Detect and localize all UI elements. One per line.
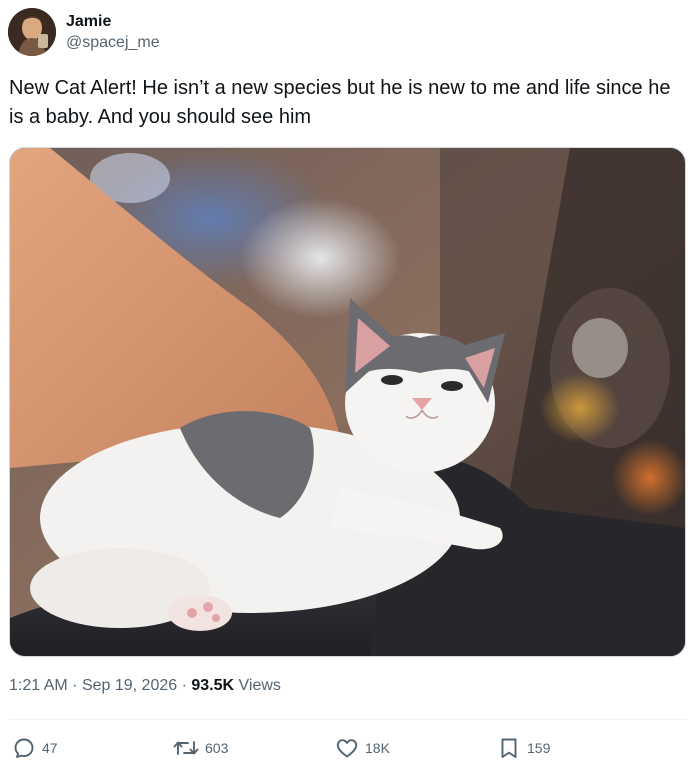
tweet-actions: 47 603 18K 159 — [0, 732, 693, 764]
meta-separator: · — [72, 677, 78, 694]
bookmark-count: 159 — [527, 740, 551, 756]
reply-button[interactable]: 47 — [12, 732, 58, 764]
reply-icon — [12, 736, 42, 760]
avatar[interactable] — [8, 8, 56, 56]
like-button[interactable]: 18K — [335, 732, 390, 764]
author-names: Jamie @spacej_me — [66, 12, 160, 52]
heart-icon — [335, 736, 365, 760]
tweet-time[interactable]: 1:21 AM — [9, 677, 68, 694]
repost-button[interactable]: 603 — [173, 732, 228, 764]
tweet-date[interactable]: Sep 19, 2026 — [82, 677, 177, 694]
tweet-meta: 1:21 AM · Sep 19, 2026 · 93.5K Views — [9, 677, 281, 695]
bookmark-button[interactable]: 159 — [497, 732, 550, 764]
views-label: Views — [238, 677, 281, 694]
author-display-name[interactable]: Jamie — [66, 12, 160, 31]
meta-separator: · — [181, 677, 187, 694]
divider — [9, 719, 686, 720]
repost-icon — [173, 736, 205, 760]
tweet-text: New Cat Alert! He isn’t a new species bu… — [9, 77, 671, 128]
author-handle[interactable]: @spacej_me — [66, 33, 160, 52]
bookmark-icon — [497, 736, 527, 760]
views-count: 93.5K — [191, 677, 235, 694]
tweet-header: Jamie @spacej_me — [8, 8, 160, 56]
tweet: Jamie @spacej_me New Cat Alert! He isn’t… — [0, 0, 693, 765]
repost-count: 603 — [205, 740, 229, 756]
reply-count: 47 — [42, 740, 58, 756]
tweet-photo[interactable] — [9, 147, 686, 657]
like-count: 18K — [365, 740, 390, 756]
